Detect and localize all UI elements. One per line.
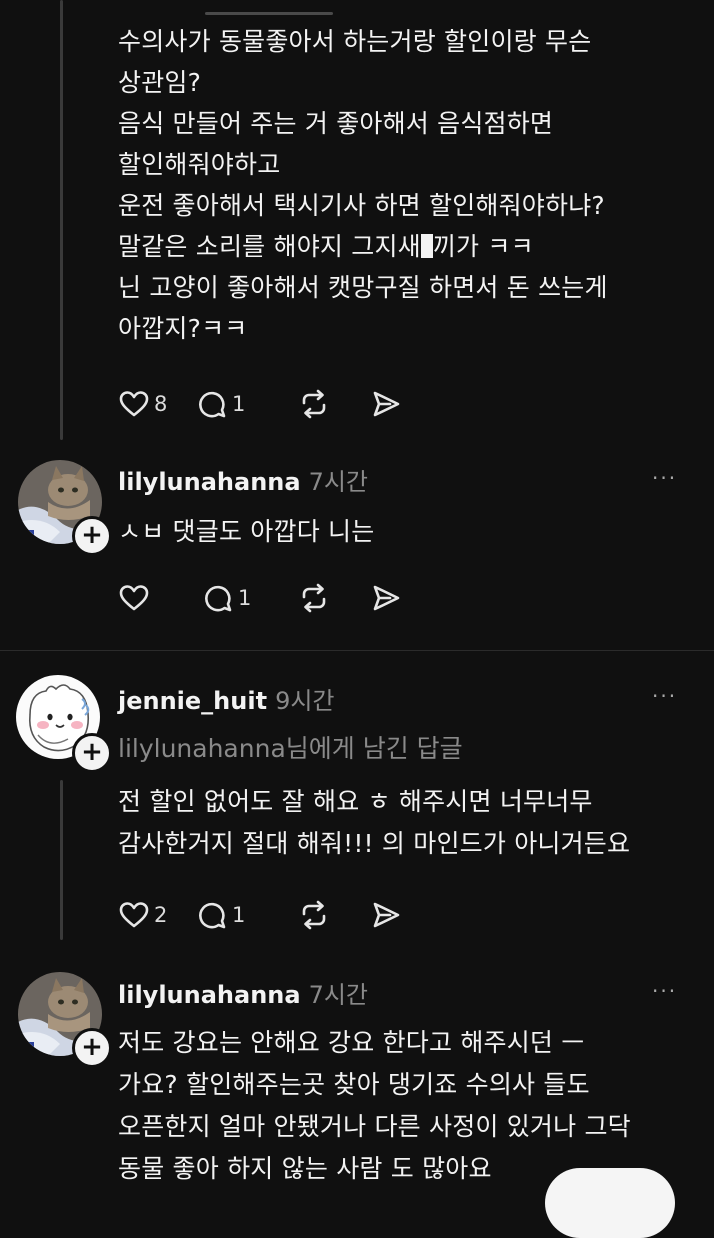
heart-icon [118, 582, 150, 614]
top-indicator [205, 12, 333, 15]
comment-line: 상관임? [118, 68, 202, 97]
comment-line: ㅅㅂ 댓글도 아깝다 니는 [118, 517, 375, 546]
comment-line: 동물 좋아 하지 않는 사람 도 많아요 [118, 1154, 492, 1183]
comment-line: 수의사가 동물좋아서 하는거랑 할인이랑 무슨 [118, 27, 592, 56]
comment-line: 아깝지?ㅋㅋ [118, 314, 248, 343]
plus-icon: + [81, 1032, 103, 1062]
action-bar: 2 1 [118, 895, 430, 935]
comment-line: 전 할인 없어도 잘 해요 ㅎ 해주시면 너무너무 [118, 787, 593, 816]
repost-icon [298, 899, 330, 931]
repost-icon [298, 582, 330, 614]
username-text: lilylunahanna [118, 468, 301, 496]
repost-button[interactable] [298, 388, 330, 420]
comment-line: 할인해줘야하고 [118, 150, 281, 179]
more-button[interactable]: ··· [652, 979, 677, 1003]
share-button[interactable] [370, 582, 402, 614]
plus-icon: + [81, 737, 103, 767]
action-bar: 1 [118, 578, 430, 618]
more-button[interactable]: ··· [652, 466, 677, 490]
comment-line: 말같은 소리를 해야지 그지새 끼가 ㅋㅋ [118, 226, 534, 267]
username[interactable]: lilylunahanna 7시간 [118, 975, 368, 1010]
follow-button[interactable]: + [72, 733, 112, 773]
floating-button[interactable] [545, 1168, 675, 1238]
heart-icon [118, 388, 150, 420]
username[interactable]: jennie_huit 9시간 [118, 681, 335, 716]
reply-count: 1 [232, 392, 246, 416]
action-bar: 8 1 [118, 384, 430, 424]
reply-button[interactable]: 1 [196, 899, 246, 931]
comment-line-part: 끼가 ㅋㅋ [432, 232, 534, 261]
like-count: 2 [154, 903, 168, 927]
username-text: lilylunahanna [118, 981, 301, 1009]
repost-icon [298, 388, 330, 420]
reply-to-label[interactable]: lilylunahanna님에게 남긴 답글 [118, 729, 463, 765]
timestamp: 9시간 [275, 687, 335, 715]
follow-button[interactable]: + [72, 1028, 112, 1068]
comment-line: 저도 강요는 안해요 강요 한다고 해주시던 ㅡ [118, 1028, 585, 1057]
reply-count: 1 [238, 586, 252, 610]
send-icon [370, 899, 402, 931]
plus-icon: + [81, 520, 103, 550]
comment-line: 닌 고양이 좋아해서 캣망구질 하면서 돈 쓰는게 [118, 273, 608, 302]
redaction-mark [420, 234, 433, 258]
comment-line: 오픈한지 얼마 안됐거나 다른 사정이 있거나 그닥 [118, 1112, 631, 1141]
send-icon [370, 388, 402, 420]
repost-button[interactable] [298, 582, 330, 614]
thread-line [60, 780, 63, 940]
share-button[interactable] [370, 388, 402, 420]
comment-icon [202, 582, 234, 614]
reply-to-username: lilylunahanna [118, 734, 286, 763]
reply-to-suffix: 님에게 남긴 답글 [285, 734, 463, 763]
send-icon [370, 582, 402, 614]
comment-line: 감사한거지 절대 해줘!!! 의 마인드가 아니거든요 [118, 829, 631, 858]
timestamp: 7시간 [308, 981, 369, 1009]
share-button[interactable] [370, 899, 402, 931]
divider [0, 650, 714, 651]
reply-button[interactable]: 1 [202, 582, 252, 614]
thread-line [60, 0, 63, 440]
comment-line-part: 말같은 소리를 해야지 그지새 [118, 232, 421, 261]
comment-line: 운전 좋아해서 택시기사 하면 할인해줘야하냐? [118, 191, 605, 220]
username-text: jennie_huit [118, 687, 268, 715]
like-button[interactable]: 2 [118, 899, 168, 931]
reply-count: 1 [232, 903, 246, 927]
comment-line: 가요? 할인해주는곳 찾아 댕기죠 수의사 들도 [118, 1070, 590, 1099]
follow-button[interactable]: + [72, 516, 112, 556]
comment-icon [196, 899, 228, 931]
reply-button[interactable]: 1 [196, 388, 246, 420]
heart-icon [118, 899, 150, 931]
like-button[interactable] [118, 582, 150, 614]
like-count: 8 [154, 392, 168, 416]
comment-line: 음식 만들어 주는 거 좋아해서 음식점하면 [118, 109, 554, 138]
like-button[interactable]: 8 [118, 388, 168, 420]
timestamp: 7시간 [308, 468, 369, 496]
username[interactable]: lilylunahanna 7시간 [118, 462, 368, 497]
comment-icon [196, 388, 228, 420]
more-button[interactable]: ··· [652, 684, 677, 708]
repost-button[interactable] [298, 899, 330, 931]
